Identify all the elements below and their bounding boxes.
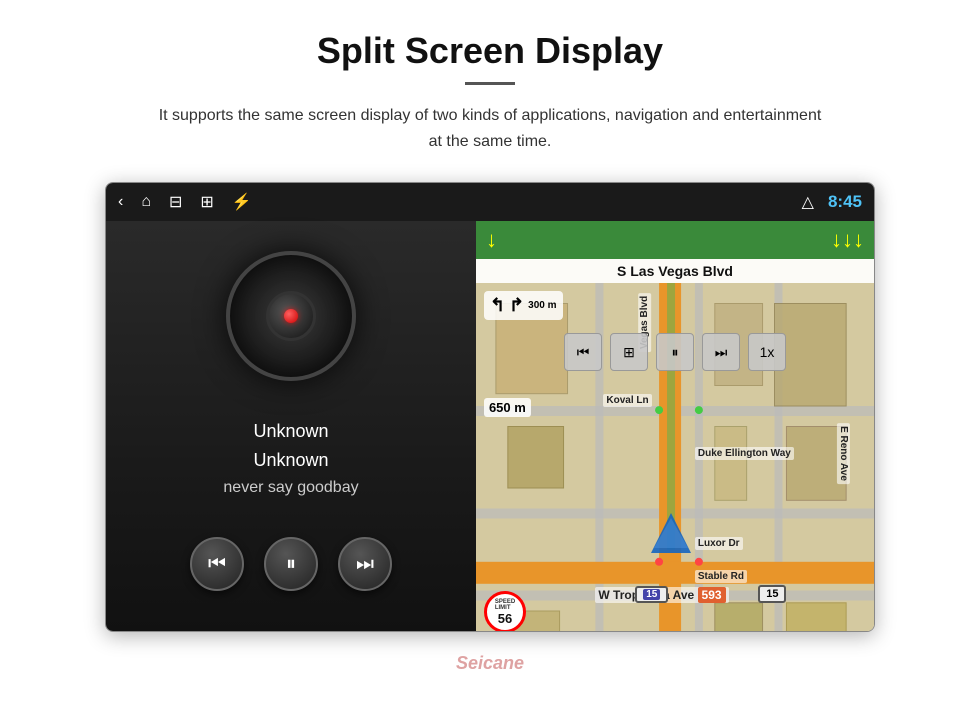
map-prev-button[interactable]: ⏮ bbox=[564, 333, 602, 371]
nav-panel: ↓ ↓ ↓ ↓ S Las Vegas Blvd bbox=[476, 221, 874, 631]
street-label-reno: E Reno Ave bbox=[837, 423, 850, 484]
map-next-icon: ⏭ bbox=[715, 344, 728, 361]
album-art-dot bbox=[284, 309, 298, 323]
status-bar: ‹ ⌂ ⊟ ⊞ ⚡ △ 8:45 bbox=[106, 183, 874, 221]
route-15-badge: 15 bbox=[635, 586, 668, 603]
street-label-duke: Duke Ellington Way bbox=[695, 447, 794, 460]
map-speed-label: 1x bbox=[760, 344, 775, 360]
title-divider bbox=[465, 82, 515, 85]
track-name: never say goodbay bbox=[223, 479, 358, 497]
map-speed-button[interactable]: 1x bbox=[748, 333, 786, 371]
album-art-inner bbox=[266, 291, 316, 341]
album-art bbox=[226, 251, 356, 381]
track-title: Unknown bbox=[223, 421, 358, 442]
nav-icons: ‹ ⌂ ⊟ ⊞ ⚡ bbox=[118, 192, 784, 212]
map-next-button[interactable]: ⏭ bbox=[702, 333, 740, 371]
music-panel: Unknown Unknown never say goodbay ⏮ ⏸ ⏭ … bbox=[106, 221, 476, 631]
nav-arrow-down-4: ↓ bbox=[853, 227, 864, 253]
music-controls: ⏮ ⏸ ⏭ bbox=[190, 537, 392, 591]
nav-top-bar: ↓ ↓ ↓ ↓ bbox=[476, 221, 874, 259]
turn-distance: 300 m bbox=[528, 300, 556, 311]
prev-icon: ⏮ bbox=[208, 553, 226, 576]
time-display: 8:45 bbox=[828, 192, 862, 212]
nav-arrow-down-2: ↓ bbox=[831, 227, 842, 253]
turn-left-icon: ↰ bbox=[490, 295, 505, 316]
usb-icon: ⚡ bbox=[232, 192, 252, 212]
street-label-stable: Stable Rd bbox=[695, 570, 747, 583]
right-icons: △ 8:45 bbox=[802, 192, 862, 212]
map-pause-button[interactable]: ⏸ bbox=[656, 333, 694, 371]
back-icon[interactable]: ‹ bbox=[118, 193, 123, 211]
next-button[interactable]: ⏭ bbox=[338, 537, 392, 591]
play-pause-button[interactable]: ⏸ bbox=[264, 537, 318, 591]
nav-arrow-down-3: ↓ bbox=[842, 227, 853, 253]
device-frame: ‹ ⌂ ⊟ ⊞ ⚡ △ 8:45 Unknown Unknown never s… bbox=[105, 182, 875, 632]
split-area: Unknown Unknown never say goodbay ⏮ ⏸ ⏭ … bbox=[106, 221, 874, 631]
street-name-bar: S Las Vegas Blvd bbox=[476, 259, 874, 283]
page-description: It supports the same screen display of t… bbox=[150, 103, 830, 154]
map-chapters-button[interactable]: ⊞ bbox=[610, 333, 648, 371]
turn-instruction: ↰ ↱ 300 m bbox=[484, 291, 563, 320]
map-playback-controls: ⏮ ⊞ ⏸ ⏭ 1x bbox=[476, 333, 874, 371]
nav-arrow-down-1: ↓ bbox=[486, 227, 497, 253]
street-label-koval: Koval Ln bbox=[603, 394, 651, 407]
distance-650: 650 m bbox=[484, 398, 531, 417]
route-15-badge-2: 15 bbox=[758, 585, 786, 603]
next-icon: ⏭ bbox=[356, 553, 374, 576]
prev-button[interactable]: ⏮ bbox=[190, 537, 244, 591]
eject-icon: △ bbox=[802, 192, 814, 212]
track-info: Unknown Unknown never say goodbay bbox=[223, 421, 358, 497]
track-artist: Unknown bbox=[223, 450, 358, 471]
map-prev-icon: ⏮ bbox=[577, 344, 590, 361]
map-pause-icon: ⏸ bbox=[672, 344, 679, 361]
speed-limit-sign: SPEEDLIMIT 56 bbox=[484, 591, 526, 631]
map-chapters-icon: ⊞ bbox=[623, 344, 635, 361]
gallery-icon[interactable]: ⊞ bbox=[200, 192, 213, 212]
play-pause-icon: ⏸ bbox=[286, 553, 296, 576]
home-icon[interactable]: ⌂ bbox=[141, 193, 151, 211]
apps-icon[interactable]: ⊟ bbox=[169, 192, 182, 212]
map-area: Vegas Blvd Koval Ln Duke Ellington Way L… bbox=[476, 283, 874, 631]
speed-limit-number: 56 bbox=[498, 611, 512, 626]
street-label-luxor: Luxor Dr bbox=[695, 537, 743, 550]
page-title: Split Screen Display bbox=[317, 30, 663, 72]
speed-limit-label: SPEEDLIMIT bbox=[495, 599, 515, 611]
turn-right-icon: ↱ bbox=[509, 295, 524, 316]
